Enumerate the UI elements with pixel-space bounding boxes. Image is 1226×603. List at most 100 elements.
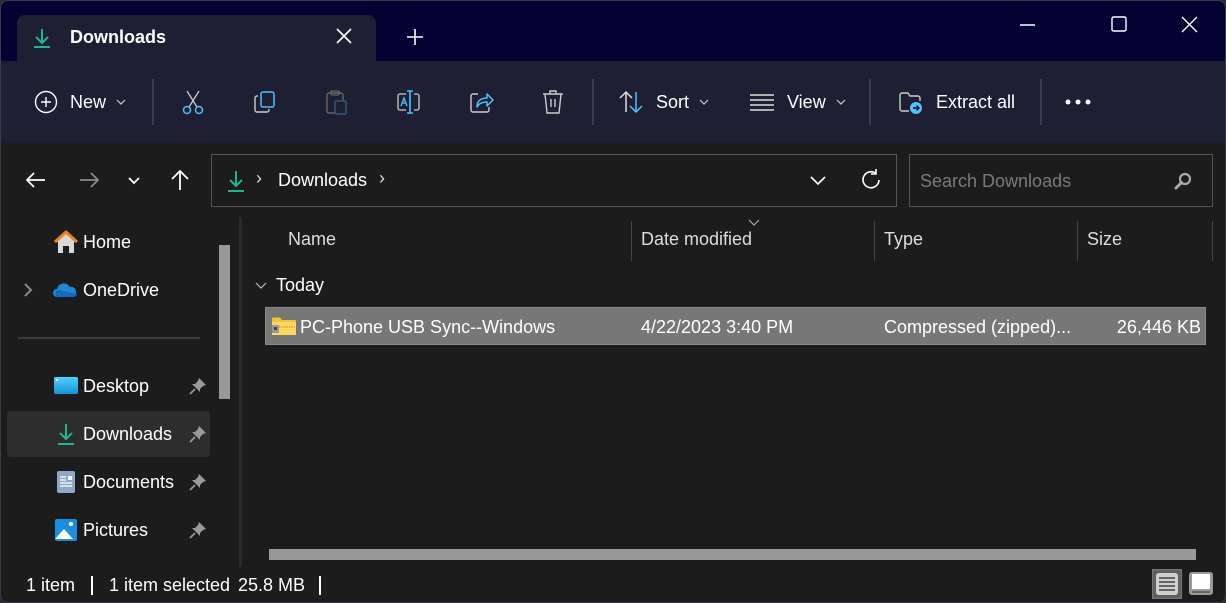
column-divider[interactable] xyxy=(631,221,632,261)
file-list: Name Date modified Type Size Today PC-Ph xyxy=(242,217,1225,567)
pin-icon[interactable] xyxy=(189,521,207,539)
sidebar-item-documents[interactable]: Documents xyxy=(7,459,210,505)
scissors-icon xyxy=(182,90,204,115)
column-header-type[interactable]: Type xyxy=(884,229,923,250)
breadcrumb-chevron-icon[interactable]: › xyxy=(379,168,385,189)
paste-button[interactable] xyxy=(325,85,349,119)
address-bar[interactable]: › Downloads › xyxy=(211,154,897,207)
title-bar: Downloads xyxy=(1,1,1225,61)
view-label: View xyxy=(787,91,826,112)
selection-count: 1 item selected xyxy=(109,575,231,595)
onedrive-cloud-icon xyxy=(53,283,77,298)
sidebar-item-label: Documents xyxy=(83,472,175,492)
cut-button[interactable] xyxy=(181,85,205,119)
command-bar: New Sort View Extract all xyxy=(1,61,1225,143)
sort-descending-indicator-icon xyxy=(748,219,760,226)
chevron-down-icon xyxy=(116,99,126,105)
large-icons-view-button[interactable] xyxy=(1186,569,1216,599)
status-separator xyxy=(319,576,321,595)
plus-icon[interactable] xyxy=(404,26,426,48)
status-bar: 1 item 1 item selected 25.8 MB xyxy=(1,567,1225,602)
maximize-icon[interactable] xyxy=(1096,11,1142,39)
download-icon xyxy=(58,424,74,445)
rename-button[interactable] xyxy=(396,85,422,119)
sidebar-item-label: Home xyxy=(83,232,132,252)
new-button[interactable]: New xyxy=(34,85,126,119)
column-divider[interactable] xyxy=(1077,221,1078,261)
large-icons-view-icon xyxy=(1189,572,1213,595)
chevron-right-icon[interactable] xyxy=(21,281,35,299)
separator xyxy=(152,79,154,125)
sidebar-divider xyxy=(18,337,200,339)
column-divider[interactable] xyxy=(874,221,875,261)
sort-label: Sort xyxy=(656,91,690,112)
search-input[interactable] xyxy=(920,167,1170,195)
details-view-icon xyxy=(1156,573,1178,595)
column-header-name[interactable]: Name xyxy=(288,229,336,250)
column-header-size[interactable]: Size xyxy=(1087,229,1122,250)
chevron-down-icon xyxy=(255,282,267,289)
download-icon xyxy=(228,171,244,192)
file-name: PC-Phone USB Sync--Windows xyxy=(300,317,556,337)
column-header-date-modified[interactable]: Date modified xyxy=(641,229,752,250)
file-date-modified: 4/22/2023 3:40 PM xyxy=(641,317,794,337)
horizontal-scrollbar[interactable] xyxy=(269,549,1196,560)
view-lines-icon xyxy=(750,94,774,111)
trash-icon xyxy=(543,90,563,114)
delete-button[interactable] xyxy=(541,85,565,119)
desktop-icon xyxy=(54,377,78,394)
up-arrow-icon[interactable] xyxy=(167,167,193,193)
tab-title: Downloads xyxy=(70,27,167,47)
more-options-button[interactable] xyxy=(1064,85,1092,119)
tab-downloads[interactable]: Downloads xyxy=(17,15,376,61)
sidebar-item-desktop[interactable]: Desktop xyxy=(7,363,210,409)
pin-icon[interactable] xyxy=(189,425,207,443)
pin-icon[interactable] xyxy=(189,473,207,491)
minimize-icon[interactable] xyxy=(1004,11,1050,39)
column-divider[interactable] xyxy=(1212,221,1213,261)
file-row[interactable]: PC-Phone USB Sync--Windows 4/22/2023 3:4… xyxy=(265,307,1206,345)
group-header-today[interactable]: Today xyxy=(254,275,324,296)
plus-circle-icon xyxy=(34,90,58,114)
status-separator xyxy=(91,576,93,595)
navigation-pane: Home OneDrive Desktop Downloads Document… xyxy=(1,217,239,567)
share-button[interactable] xyxy=(469,85,495,119)
sidebar-item-onedrive[interactable]: OneDrive xyxy=(7,267,210,313)
copy-button[interactable] xyxy=(253,85,277,119)
forward-arrow-icon[interactable] xyxy=(76,167,102,193)
recent-locations-chevron-icon[interactable] xyxy=(121,167,147,193)
share-icon xyxy=(470,93,494,113)
search-box[interactable] xyxy=(909,154,1213,207)
refresh-icon[interactable] xyxy=(858,167,884,193)
sidebar-item-downloads[interactable]: Downloads xyxy=(7,411,210,457)
view-button[interactable]: View xyxy=(749,85,846,119)
pin-icon[interactable] xyxy=(189,377,207,395)
search-icon[interactable] xyxy=(1173,171,1193,191)
extract-folder-icon xyxy=(899,92,922,114)
sidebar-item-home[interactable]: Home xyxy=(7,219,210,265)
sidebar-scrollbar[interactable] xyxy=(219,245,230,399)
separator xyxy=(592,79,594,125)
file-type: Compressed (zipped)... xyxy=(884,317,1072,337)
separator xyxy=(1040,79,1042,125)
breadcrumb-downloads[interactable]: Downloads xyxy=(278,170,367,191)
chevron-down-icon xyxy=(699,99,709,105)
details-view-button[interactable] xyxy=(1152,569,1182,599)
close-tab-icon[interactable] xyxy=(333,25,355,47)
breadcrumb-chevron-icon[interactable]: › xyxy=(256,168,262,189)
home-icon xyxy=(53,230,79,253)
sidebar-item-pictures[interactable]: Pictures xyxy=(7,507,210,553)
back-arrow-icon[interactable] xyxy=(23,167,49,193)
sort-button[interactable]: Sort xyxy=(618,85,709,119)
documents-icon xyxy=(57,471,75,493)
extract-all-button[interactable]: Extract all xyxy=(898,85,1015,119)
close-window-icon[interactable] xyxy=(1166,11,1212,39)
navigation-bar: › Downloads › xyxy=(1,143,1225,217)
item-count: 1 item xyxy=(26,575,76,595)
file-size: 26,446 KB xyxy=(1116,317,1201,337)
pictures-icon xyxy=(55,519,77,541)
ellipsis-icon xyxy=(1065,99,1091,105)
extract-all-label: Extract all xyxy=(936,91,1016,112)
paste-icon xyxy=(326,90,347,115)
address-dropdown-chevron-icon[interactable] xyxy=(808,170,828,190)
